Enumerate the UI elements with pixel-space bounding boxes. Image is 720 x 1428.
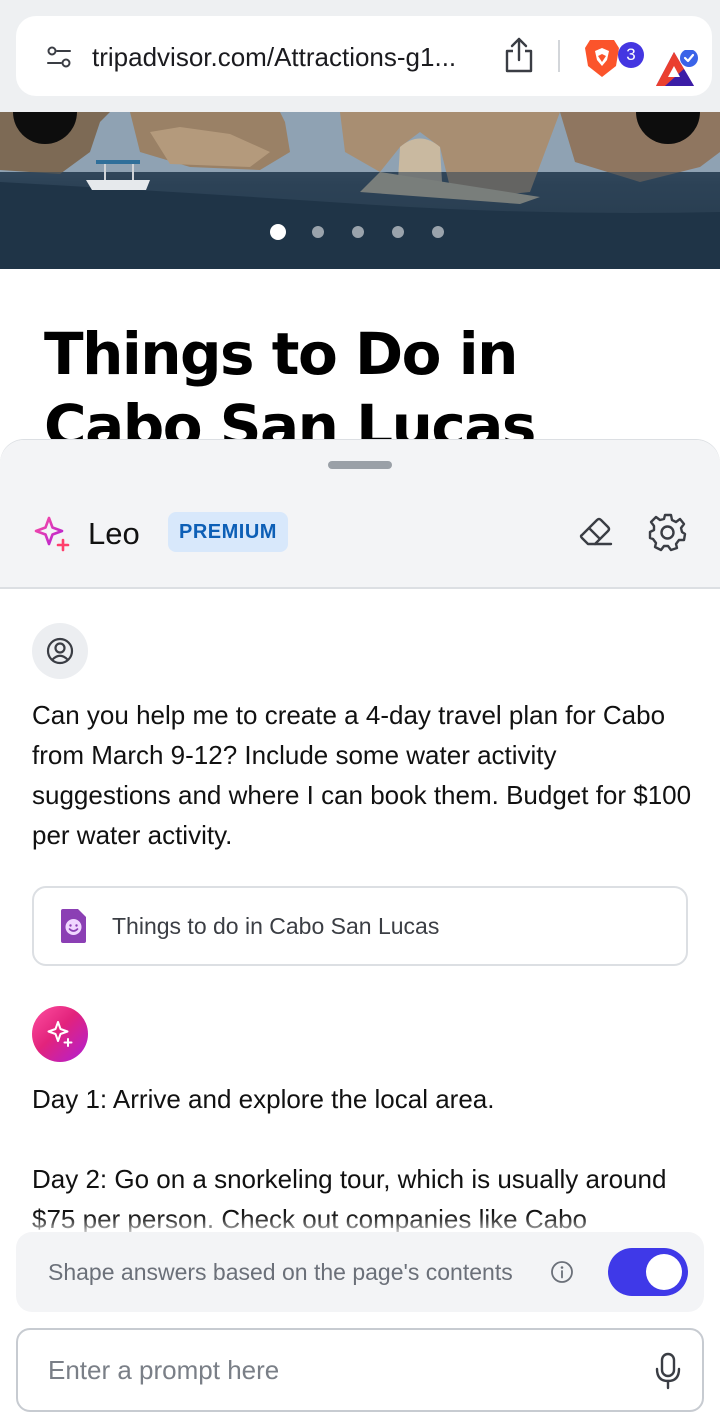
toolbar-divider — [558, 40, 560, 72]
url-text[interactable]: tripadvisor.com/Attractions-g1... — [92, 40, 492, 74]
brave-shields-badge: 3 — [618, 42, 644, 68]
prompt-box[interactable] — [16, 1328, 704, 1412]
user-icon — [46, 637, 74, 665]
settings-icon[interactable] — [648, 512, 688, 552]
user-avatar — [32, 623, 88, 679]
info-icon[interactable] — [550, 1260, 574, 1284]
page-context-label: Shape answers based on the page's conten… — [48, 1259, 513, 1285]
tune-icon[interactable] — [46, 44, 72, 70]
attached-page-title: Things to do in Cabo San Lucas — [112, 913, 440, 939]
brave-rewards-icon[interactable] — [654, 50, 700, 90]
page-icon — [61, 909, 86, 943]
carousel-dot[interactable] — [352, 226, 364, 238]
carousel-dot[interactable] — [312, 226, 324, 238]
leo-sparkle-icon — [34, 516, 70, 552]
browser-toolbar: tripadvisor.com/Attractions-g1... 3 — [0, 0, 720, 112]
toggle-knob — [646, 1254, 682, 1290]
response-paragraph: Day 2: Go on a snorkeling tour, which is… — [32, 1164, 667, 1234]
page-context-toggle-row: Shape answers based on the page's conten… — [16, 1232, 704, 1312]
prompt-input[interactable] — [48, 1350, 628, 1390]
user-message: Can you help me to create a 4-day travel… — [32, 700, 692, 850]
mic-icon[interactable] — [654, 1352, 682, 1390]
hero-scene — [0, 112, 720, 269]
hero-image[interactable] — [0, 112, 720, 269]
premium-badge: PREMIUM — [168, 512, 288, 552]
address-bar[interactable]: tripadvisor.com/Attractions-g1... 3 — [16, 16, 712, 96]
sheet-drag-handle[interactable] — [328, 461, 392, 469]
share-icon[interactable] — [502, 36, 536, 74]
brave-lion-icon[interactable] — [582, 36, 622, 80]
leo-avatar — [32, 1006, 88, 1062]
leo-title: Leo — [88, 516, 140, 551]
carousel-dot[interactable] — [432, 226, 444, 238]
attached-page-chip[interactable]: Things to do in Cabo San Lucas — [32, 886, 688, 966]
leo-header: Leo PREMIUM — [0, 440, 720, 589]
response-paragraph: Day 1: Arrive and explore the local area… — [32, 1084, 495, 1114]
carousel-indicator[interactable] — [270, 224, 450, 244]
leo-sparkle-icon — [47, 1021, 73, 1047]
carousel-dot[interactable] — [392, 226, 404, 238]
page-context-toggle[interactable] — [608, 1248, 688, 1296]
eraser-icon[interactable] — [578, 514, 614, 550]
carousel-dot[interactable] — [270, 224, 286, 240]
